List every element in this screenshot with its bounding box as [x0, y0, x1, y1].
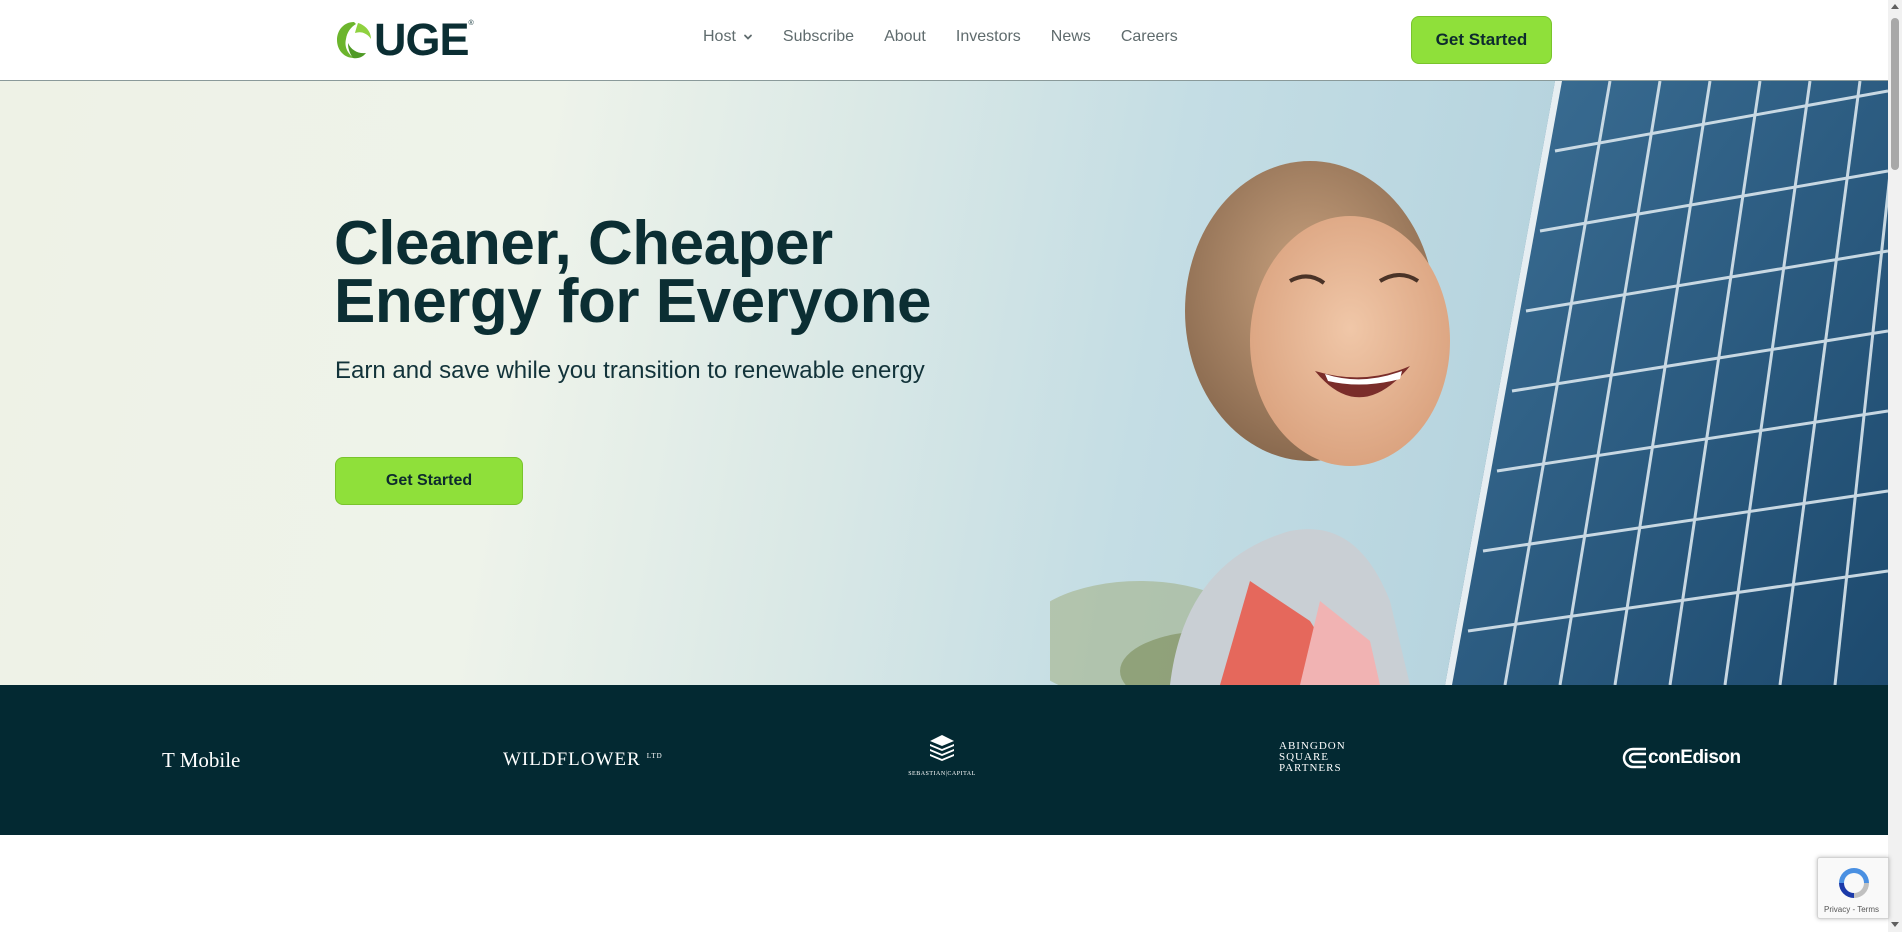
scroll-up-arrow-icon[interactable] [1891, 4, 1899, 9]
recaptcha-terms-link[interactable]: Terms [1857, 905, 1879, 914]
main-nav: Host Subscribe About Investors News Care… [703, 28, 1208, 46]
leaf-logo-icon [337, 22, 371, 59]
nav-item-host[interactable]: Host [703, 28, 753, 46]
wildflower-suffix: LTD [646, 751, 663, 760]
tmobile-logo: T Mobile [162, 748, 241, 772]
nav-label-host: Host [703, 28, 736, 45]
scroll-down-arrow-icon[interactable] [1891, 922, 1899, 927]
partners-line: PARTNERS [1279, 762, 1342, 774]
conedison-mark-icon [1622, 747, 1646, 769]
hero-photo-girl-solar-panel [1050, 81, 1888, 685]
vertical-scrollbar[interactable] [1888, 0, 1902, 932]
conedison-logo: conEdison [1620, 746, 1741, 770]
nav-item-investors[interactable]: Investors [956, 28, 1021, 46]
site-header: UGE ® Host Subscribe About Investors New… [0, 0, 1888, 81]
registered-mark: ® [468, 20, 474, 27]
abingdon-square-partners-logo: ABINGDON SQUARE PARTNERS [1279, 741, 1346, 774]
recaptcha-links: Privacy - Terms [1824, 905, 1879, 914]
nav-item-careers[interactable]: Careers [1121, 28, 1178, 46]
wildflower-text: WILDFLOWER [503, 749, 641, 770]
logo-wordmark: UGE [374, 14, 470, 65]
hero-title: Cleaner, Cheaper Energy for Everyone [334, 213, 1034, 333]
wildflower-logo: WILDFLOWER LTD [503, 749, 663, 771]
hero-title-line2: Energy for Everyone [334, 267, 931, 336]
header-get-started-button[interactable]: Get Started [1411, 16, 1552, 64]
hero-subtitle: Earn and save while you transition to re… [335, 357, 925, 384]
sebastian-capital-logo: SEBASTIAN|CAPITAL [906, 734, 978, 777]
nav-item-subscribe[interactable]: Subscribe [783, 28, 854, 46]
hero-section: Cleaner, Cheaper Energy for Everyone Ear… [0, 81, 1888, 685]
building-icon [930, 735, 954, 761]
conedison-text: conEdison [1648, 747, 1741, 768]
chevron-down-icon [744, 34, 752, 40]
recaptcha-badge[interactable]: Privacy - Terms [1817, 857, 1889, 919]
nav-item-news[interactable]: News [1051, 28, 1091, 46]
scrollbar-thumb[interactable] [1891, 18, 1899, 170]
recaptcha-privacy-link[interactable]: Privacy [1824, 905, 1850, 914]
nav-item-about[interactable]: About [884, 28, 926, 46]
sebastian-capital-text: SEBASTIAN|CAPITAL [908, 771, 976, 777]
page: UGE ® Host Subscribe About Investors New… [0, 0, 1902, 932]
recaptcha-icon [1839, 868, 1869, 898]
hero-get-started-button[interactable]: Get Started [335, 457, 523, 505]
uge-logo[interactable]: UGE ® [334, 14, 474, 65]
partners-strip: T Mobile WILDFLOWER LTD SEBASTIAN|CAPITAL… [0, 685, 1888, 835]
